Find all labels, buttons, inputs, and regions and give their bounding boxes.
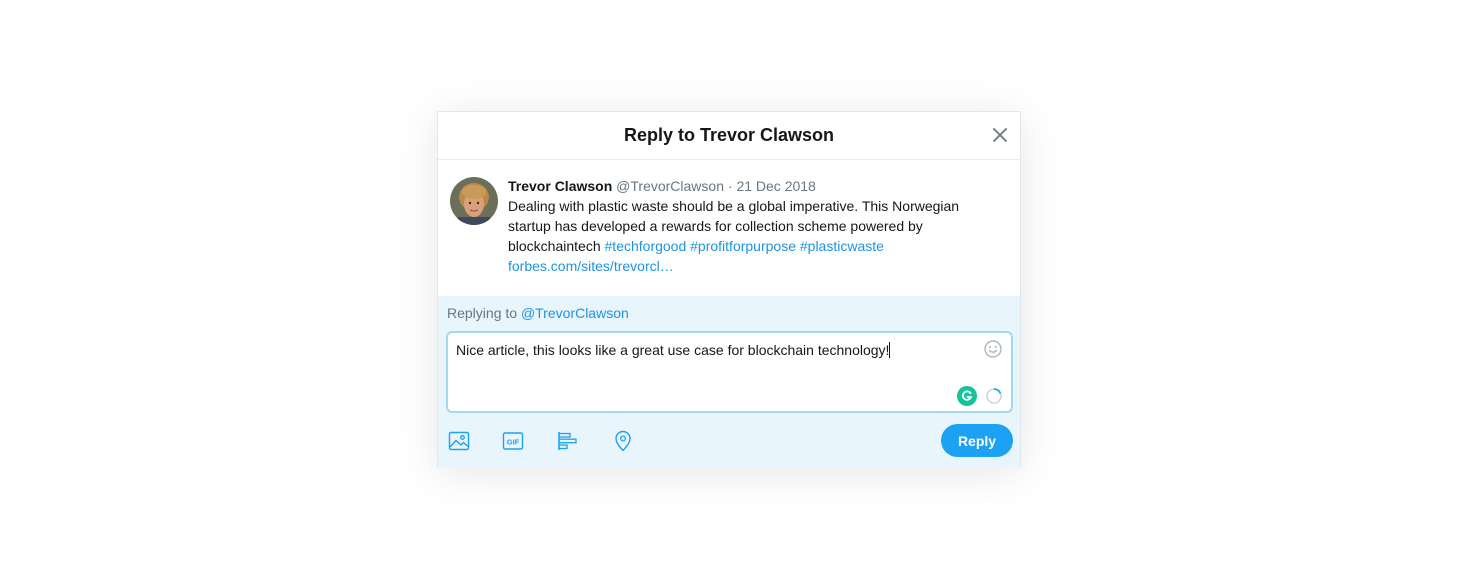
- reply-modal: Reply to Trevor Clawson Trevor Clawson @…: [437, 111, 1021, 467]
- poll-icon: [558, 432, 577, 450]
- article-link[interactable]: forbes.com/sites/trevorcl…: [508, 258, 674, 274]
- location-icon: [615, 430, 631, 452]
- author-name[interactable]: Trevor Clawson: [508, 178, 612, 194]
- grammarly-button[interactable]: [957, 386, 977, 406]
- smiley-icon: [984, 340, 1002, 358]
- gif-icon: GIF: [502, 432, 524, 450]
- replying-to-label: Replying to @TrevorClawson: [447, 305, 629, 321]
- tweet-separator: ·: [727, 178, 733, 194]
- reply-text: Nice article, this looks like a great us…: [456, 342, 890, 358]
- text-caret: [889, 342, 891, 358]
- grammarly-icon: [961, 390, 973, 401]
- hashtag-link[interactable]: #techforgood: [605, 238, 687, 254]
- tweet-body: Trevor Clawson @TrevorClawson · 21 Dec 2…: [508, 176, 988, 276]
- tweet-header: Trevor Clawson @TrevorClawson · 21 Dec 2…: [508, 176, 988, 196]
- replying-to-mention[interactable]: @TrevorClawson: [521, 305, 629, 321]
- tweet-date[interactable]: 21 Dec 2018: [736, 178, 815, 194]
- reply-text-content: Nice article, this looks like a great us…: [456, 342, 891, 358]
- add-location-button[interactable]: [610, 429, 636, 453]
- avatar[interactable]: [450, 177, 498, 225]
- reply-button[interactable]: Reply: [941, 424, 1013, 457]
- add-gif-button[interactable]: GIF: [500, 429, 526, 453]
- reply-text-editor[interactable]: Nice article, this looks like a great us…: [446, 331, 1013, 413]
- emoji-button[interactable]: [983, 339, 1003, 359]
- author-avatar-image: [450, 177, 498, 225]
- close-button[interactable]: [988, 123, 1012, 147]
- progress-ring-icon: [986, 388, 1002, 404]
- page-backdrop: Reply to Trevor Clawson Trevor Clawson @…: [0, 0, 1460, 579]
- add-poll-button[interactable]: [555, 429, 581, 453]
- author-handle[interactable]: @TrevorClawson: [616, 178, 724, 194]
- compose-toolbar: GIF Reply: [446, 424, 1013, 458]
- quoted-tweet: Trevor Clawson @TrevorClawson · 21 Dec 2…: [438, 160, 1020, 296]
- add-media-button[interactable]: [446, 429, 472, 453]
- hashtag-link[interactable]: #plasticwaste: [800, 238, 884, 254]
- modal-header: Reply to Trevor Clawson: [438, 112, 1020, 160]
- character-count-indicator: [985, 387, 1003, 405]
- hashtag-link[interactable]: #profitforpurpose: [690, 238, 796, 254]
- compose-area: Replying to @TrevorClawson Nice article,…: [438, 296, 1020, 467]
- tweet-text-block: Dealing with plastic waste should be a g…: [508, 196, 988, 276]
- image-icon: [448, 431, 470, 451]
- gif-label: GIF: [507, 437, 520, 446]
- close-icon: [993, 128, 1007, 142]
- modal-title: Reply to Trevor Clawson: [623, 125, 835, 145]
- replying-prefix: Replying to: [447, 305, 518, 321]
